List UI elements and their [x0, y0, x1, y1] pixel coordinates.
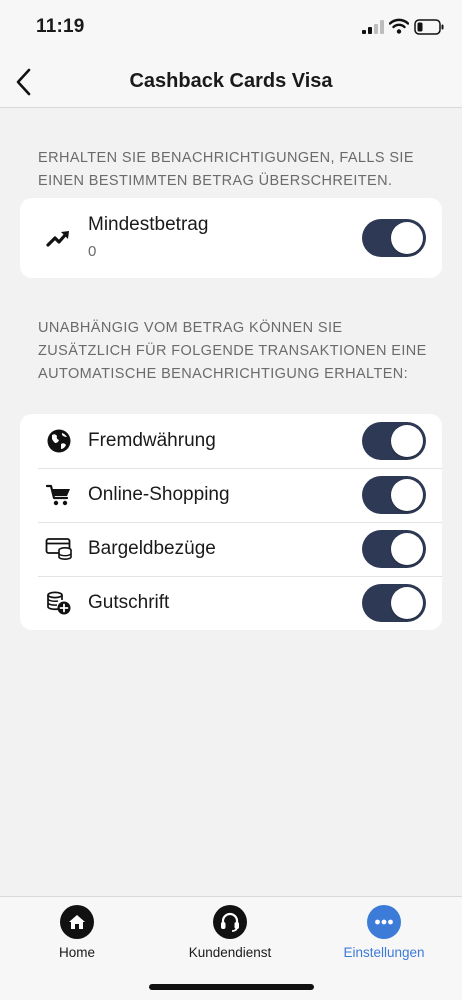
bargeldbezuege-label: Bargeldbezüge	[88, 538, 216, 559]
min-amount-label: Mindestbetrag	[88, 214, 209, 235]
headset-icon	[213, 905, 247, 939]
tab-home[interactable]: Home	[12, 905, 142, 960]
nav-header: Cashback Cards Visa	[0, 56, 462, 108]
list-item-gutschrift: Gutschrift	[20, 576, 442, 630]
transactions-card: Fremdwährung Online-Shopping Bargeldbezü…	[20, 414, 442, 630]
tab-einstellungen[interactable]: Einstellungen	[319, 905, 449, 960]
gutschrift-toggle[interactable]	[362, 584, 426, 622]
list-item-fremdwaehrung: Fremdwährung	[20, 414, 442, 468]
home-indicator	[149, 984, 314, 990]
trend-up-icon	[45, 224, 73, 252]
status-bar: 11:19	[0, 0, 462, 56]
min-amount-value[interactable]: 0	[88, 243, 96, 260]
page-title: Cashback Cards Visa	[129, 70, 333, 92]
tab-einstellungen-label: Einstellungen	[343, 945, 425, 960]
gutschrift-label: Gutschrift	[88, 592, 170, 613]
fremdwaehrung-label: Fremdwährung	[88, 430, 216, 451]
min-amount-toggle[interactable]	[362, 219, 426, 257]
tab-kundendienst-label: Kundendienst	[188, 945, 272, 960]
status-time: 11:19	[36, 16, 85, 37]
toggle-knob	[391, 479, 423, 511]
list-item-online-shopping: Online-Shopping	[20, 468, 442, 522]
cellular-signal-icon	[362, 20, 384, 34]
toggle-knob	[391, 222, 423, 254]
tab-home-label: Home	[58, 945, 95, 960]
fremdwaehrung-toggle[interactable]	[362, 422, 426, 460]
shopping-cart-icon	[45, 481, 73, 509]
online-shopping-toggle[interactable]	[362, 476, 426, 514]
wifi-icon	[389, 18, 409, 34]
section-header-amount: ERHALTEN SIE BENACHRICHTIGUNGEN, FALLS S…	[38, 150, 414, 189]
screen: 11:19 Cashback Cards Visa ERHALTEN SIE B…	[0, 0, 462, 1000]
online-shopping-label: Online-Shopping	[88, 484, 230, 505]
coins-plus-icon	[45, 589, 73, 617]
toggle-knob	[391, 425, 423, 457]
toggle-knob	[391, 533, 423, 565]
list-item-bargeldbezuege: Bargeldbezüge	[20, 522, 442, 576]
bargeldbezuege-toggle[interactable]	[362, 530, 426, 568]
tab-kundendienst[interactable]: Kundendienst	[165, 905, 295, 960]
home-icon	[60, 905, 94, 939]
battery-icon	[414, 19, 444, 35]
globe-icon	[45, 427, 73, 455]
toggle-knob	[391, 587, 423, 619]
more-icon	[367, 905, 401, 939]
min-amount-card: Mindestbetrag 0	[20, 198, 442, 278]
cash-icon	[45, 535, 73, 563]
section-header-transactions: UNABHÄNGIG VOM BETRAG KÖNNEN SIE ZUSÄTZL…	[38, 320, 427, 382]
